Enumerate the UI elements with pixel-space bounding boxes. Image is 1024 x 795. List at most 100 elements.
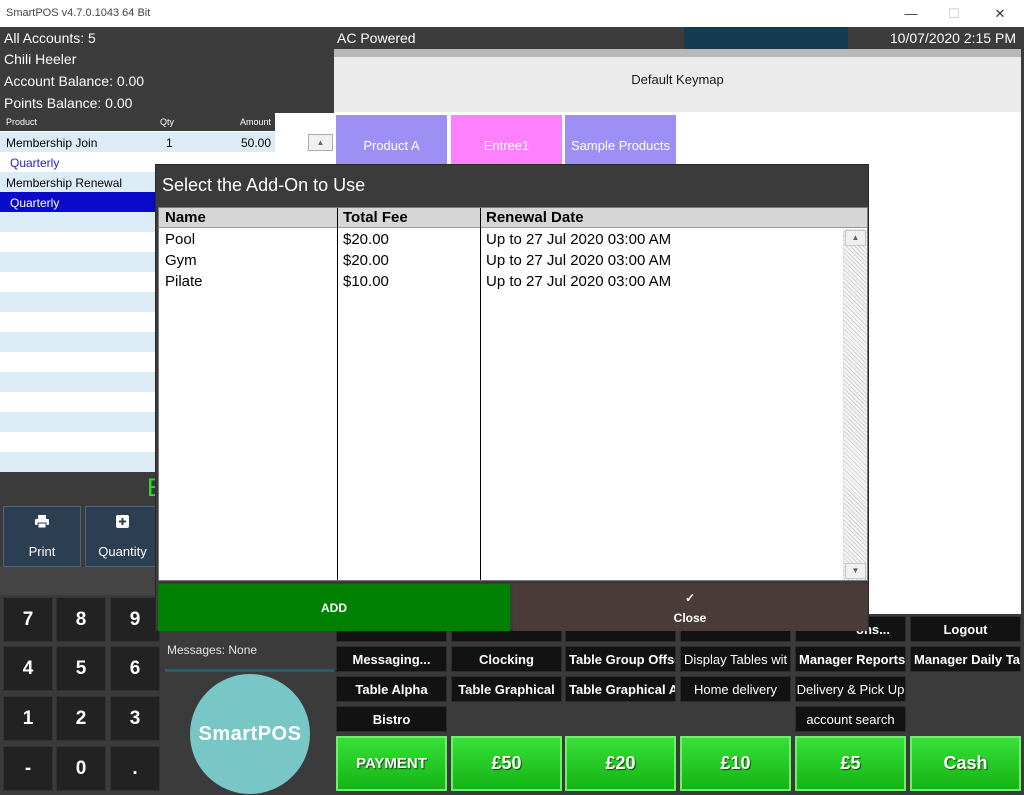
close-button[interactable]: ✓ Close [513,584,867,631]
addon-dialog: Select the Add-On to Use Name Total Fee … [155,164,869,631]
clocking-button[interactable]: Clocking [451,646,562,672]
tender-5-button[interactable]: £5 [795,736,906,791]
manager-daily-tasks-button[interactable]: Manager Daily Tas [910,646,1021,672]
numpad-key-minus[interactable]: - [3,746,53,791]
addon-name: Pool [165,231,196,248]
power-status: AC Powered [337,30,416,46]
addon-scrollbar[interactable]: ▲ ▼ [843,229,867,580]
order-line[interactable]: Membership Join 1 50.00 [0,132,275,152]
status-bar: All Accounts: 5 AC Powered 10/07/2020 2:… [0,27,1024,49]
window-title-bar: SmartPOS v4.7.0.1043 64 Bit — ☐ ✕ [0,0,1024,27]
column-name: Name [165,209,206,226]
order-line-amount: 50.00 [240,136,271,150]
logout-button[interactable]: Logout [910,616,1021,642]
addon-name: Pilate [165,273,203,290]
payment-button[interactable]: PAYMENT [336,736,447,791]
addon-renewal: Up to 27 Jul 2020 03:00 AM [486,252,672,269]
addon-fee: $20.00 [343,252,389,269]
messages-status: Messages: None [167,643,258,657]
table-alpha-button[interactable]: Table Alpha [336,676,447,702]
function-button-panel: ons... Logout Messaging... Clocking Tabl… [334,614,1024,795]
numpad-key-7[interactable]: 7 [3,597,53,642]
table-graphical-alt-button[interactable]: Table Graphical A [565,676,676,702]
keymap-bar: Default Keymap [334,49,1021,112]
numpad-key-8[interactable]: 8 [56,597,106,642]
scroll-down-icon[interactable]: ▼ [845,563,866,579]
close-label: Close [673,610,707,625]
tender-10-button[interactable]: £10 [680,736,791,791]
table-group-offset-button[interactable]: Table Group Offse [565,646,676,672]
window-title: SmartPOS v4.7.0.1043 64 Bit [6,7,151,19]
add-button[interactable]: ADD [158,584,510,631]
order-line-product: Quarterly [10,196,60,210]
numpad-key-decimal[interactable]: . [110,746,160,791]
bistro-button[interactable]: Bistro [336,706,447,732]
column-amount: Amount [239,117,271,127]
points-balance: Points Balance: 0.00 [4,95,133,111]
delivery-pickup-button[interactable]: Delivery & Pick Up [795,676,906,702]
print-label: Print [28,543,56,559]
column-renewal-date: Renewal Date [486,209,584,226]
column-qty: Qty [160,117,175,127]
numpad-key-2[interactable]: 2 [56,696,106,741]
numpad-key-1[interactable]: 1 [3,696,53,741]
scroll-up-icon[interactable]: ▲ [845,230,866,246]
divider-strip [0,567,160,595]
cash-button[interactable]: Cash [910,736,1021,791]
numpad-key-3[interactable]: 3 [110,696,160,741]
account-balance: Account Balance: 0.00 [4,73,145,89]
smartpos-logo: SmartPOS [190,674,310,794]
status-indicator [684,27,848,49]
account-search-button[interactable]: account search [795,706,906,732]
close-icon[interactable]: ✕ [977,0,1023,27]
maximize-icon[interactable]: ☐ [931,0,977,27]
addon-name: Gym [165,252,197,269]
column-total-fee: Total Fee [343,209,408,226]
quantity-label: Quantity [98,543,147,559]
tender-20-button[interactable]: £20 [565,736,676,791]
addon-row[interactable]: Gym $20.00 Up to 27 Jul 2020 03:00 AM [159,250,843,271]
logo-text: SmartPOS [198,722,302,745]
home-delivery-button[interactable]: Home delivery [680,676,791,702]
addon-fee: $20.00 [343,231,389,248]
printer-icon [35,514,49,531]
dialog-title: Select the Add-On to Use [162,175,366,195]
order-line-product: Membership Join [6,136,98,150]
addon-table: Name Total Fee Renewal Date Pool $20.00 … [158,207,868,581]
numpad-key-5[interactable]: 5 [56,646,106,691]
order-scroll-up-button[interactable]: ▲ [308,134,333,151]
column-product: Product [6,117,38,127]
keymap-title: Default Keymap [631,72,724,87]
addon-renewal: Up to 27 Jul 2020 03:00 AM [486,231,672,248]
print-button[interactable]: Print [3,506,81,567]
plus-square-icon [116,514,129,531]
numpad-key-6[interactable]: 6 [110,646,160,691]
customer-name: Chili Heeler [4,51,77,67]
addon-fee: $10.00 [343,273,389,290]
numpad-key-0[interactable]: 0 [56,746,106,791]
addon-table-header: Name Total Fee Renewal Date [159,208,867,228]
numpad-key-4[interactable]: 4 [3,646,53,691]
addon-row[interactable]: Pilate $10.00 Up to 27 Jul 2020 03:00 AM [159,271,843,292]
customer-panel: Chili Heeler Account Balance: 0.00 Point… [0,49,334,113]
checkmark-icon: ✓ [684,590,696,605]
order-table-header: Product Qty Amount [0,113,275,131]
numpad-key-9[interactable]: 9 [110,597,160,642]
accounts-count: All Accounts: 5 [4,30,96,46]
datetime: 10/07/2020 2:15 PM [889,30,1016,46]
table-graphical-button[interactable]: Table Graphical [451,676,562,702]
order-line-product: Quarterly [10,156,60,170]
order-line-product: Membership Renewal [6,176,123,190]
addon-renewal: Up to 27 Jul 2020 03:00 AM [486,273,672,290]
minimize-icon[interactable]: — [888,0,934,27]
messaging-button[interactable]: Messaging... [336,646,447,672]
messages-divider [165,669,334,672]
tender-50-button[interactable]: £50 [451,736,562,791]
manager-reports-button[interactable]: Manager Reports [795,646,906,672]
column-divider [480,208,481,580]
quantity-button[interactable]: Quantity [85,506,160,567]
order-line-qty: 1 [166,136,173,150]
display-tables-button[interactable]: Display Tables wit [680,646,791,672]
addon-row[interactable]: Pool $20.00 Up to 27 Jul 2020 03:00 AM [159,229,843,250]
column-divider [337,208,338,580]
